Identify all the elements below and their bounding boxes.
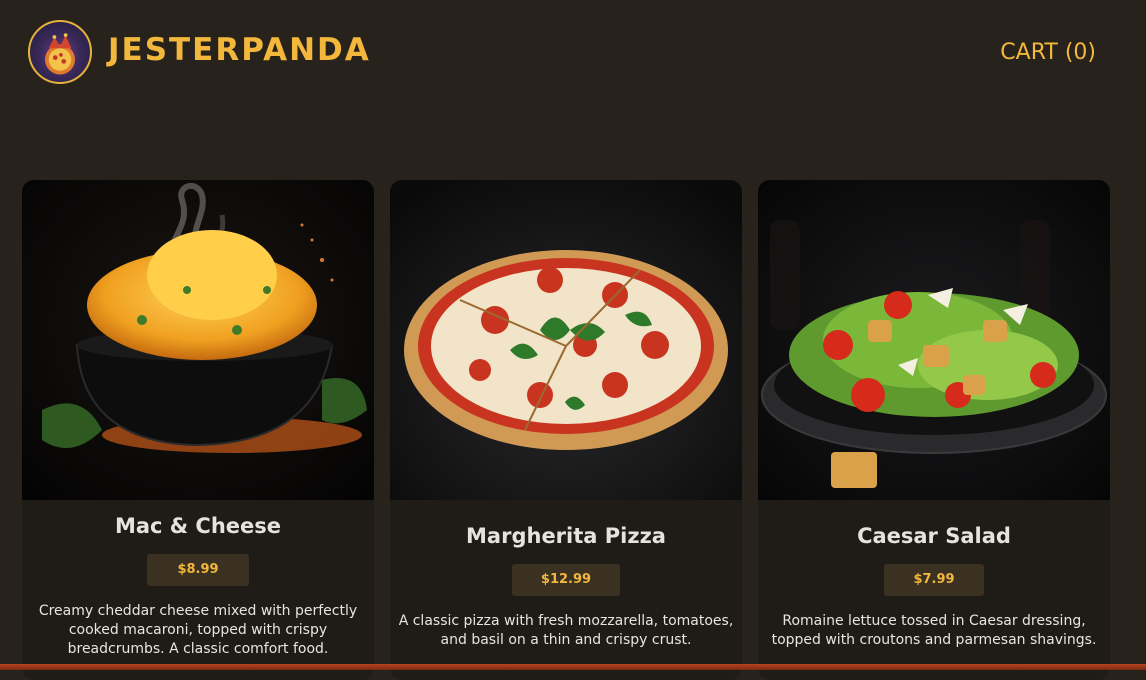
product-title: Mac & Cheese — [114, 514, 282, 538]
product-description: A classic pizza with fresh mozzarella, t… — [398, 613, 734, 648]
price-badge: $12.99 — [512, 564, 620, 596]
product-title: Caesar Salad — [857, 524, 1011, 548]
footer-accent-bar — [0, 664, 1146, 670]
product-card: Mac & Cheese $8.99 Creamy cheddar cheese… — [22, 180, 374, 680]
price-badge: $7.99 — [884, 564, 984, 596]
caesar-salad-photo — [758, 180, 1110, 500]
mac-and-cheese-photo — [22, 180, 374, 500]
product-card: Margherita Pizza $12.99 A classic pizza … — [390, 180, 742, 680]
brand-logo-icon[interactable] — [28, 20, 92, 84]
product-description: Creamy cheddar cheese mixed with perfect… — [38, 603, 358, 657]
price-badge: $8.99 — [147, 554, 249, 586]
cart-link[interactable]: CART (0) — [1000, 40, 1096, 65]
product-card: Caesar Salad $7.99 Romaine lettuce tosse… — [758, 180, 1110, 680]
product-description: Romaine lettuce tossed in Caesar dressin… — [771, 613, 1097, 648]
pizza-photo — [390, 180, 742, 500]
product-title: Margherita Pizza — [466, 524, 666, 548]
site-header: JESTERPANDA CART (0) — [0, 0, 1146, 110]
brand-name[interactable]: JESTERPANDA — [108, 32, 371, 68]
